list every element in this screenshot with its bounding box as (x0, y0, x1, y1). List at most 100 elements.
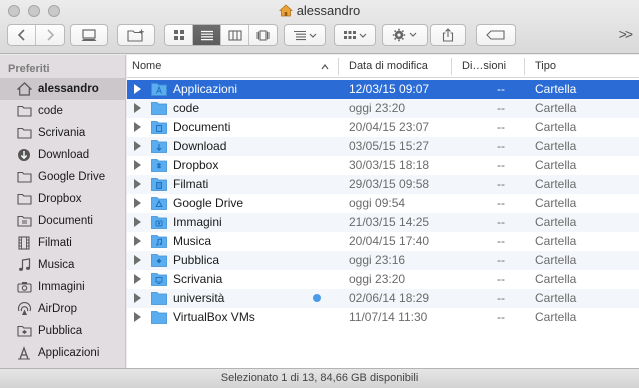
sidebar-item-label: Musica (38, 259, 75, 271)
status-bar: Selezionato 1 di 13, 84,66 GB disponibil… (0, 368, 639, 388)
column-divider[interactable] (524, 58, 525, 75)
file-name: Documenti (173, 120, 231, 134)
disclosure-triangle-icon[interactable] (134, 84, 141, 94)
table-row[interactable]: Immagini 21/03/15 14:25 -- Cartella (127, 213, 639, 232)
folder-icon (151, 292, 167, 305)
disclosure-triangle-icon[interactable] (134, 236, 141, 246)
disclosure-triangle-icon[interactable] (134, 141, 141, 151)
sidebar-item-code[interactable]: code (0, 100, 126, 122)
folder-icon (151, 102, 167, 115)
window-title: alessandro (296, 3, 361, 18)
disclosure-triangle-icon[interactable] (134, 179, 141, 189)
sidebar-item-airdrop[interactable]: AirDrop (0, 298, 126, 320)
table-row[interactable]: Filmati 29/03/15 09:58 -- Cartella (127, 175, 639, 194)
sidebar-item-pubblica[interactable]: Pubblica (0, 320, 126, 342)
disclosure-triangle-icon[interactable] (134, 312, 141, 322)
table-row[interactable]: Applicazioni 12/03/15 09:07 -- Cartella (127, 80, 639, 99)
column-divider[interactable] (451, 58, 452, 75)
file-date: 21/03/15 14:25 (349, 215, 430, 229)
sidebar-item-download[interactable]: Download (0, 144, 126, 166)
folder-icon (151, 311, 167, 324)
file-date: 30/03/15 18:18 (349, 158, 430, 172)
table-row[interactable]: Download 03/05/15 15:27 -- Cartella (127, 137, 639, 156)
sidebar-item-musica[interactable]: Musica (0, 254, 126, 276)
share-button[interactable] (430, 24, 466, 46)
file-kind: Cartella (535, 101, 577, 115)
home-icon (278, 4, 293, 17)
file-name: università (173, 291, 225, 305)
sidebar-item-dropbox[interactable]: Dropbox (0, 188, 126, 210)
tags-button[interactable] (476, 24, 516, 46)
disclosure-triangle-icon[interactable] (134, 122, 141, 132)
column-header-kind[interactable]: Tipo (535, 60, 556, 72)
disclosure-triangle-icon[interactable] (134, 103, 141, 113)
file-kind: Cartella (535, 158, 577, 172)
sidebar-item-immagini[interactable]: Immagini (0, 276, 126, 298)
sidebar-item-applicazioni[interactable]: Applicazioni (0, 342, 126, 364)
column-divider[interactable] (338, 58, 339, 75)
disclosure-triangle-icon[interactable] (134, 160, 141, 170)
dropbox-folder-icon (151, 159, 167, 172)
airdrop-icon (16, 301, 32, 317)
view-list-button[interactable] (193, 25, 221, 45)
file-kind: Cartella (535, 196, 577, 210)
table-row[interactable]: università 02/06/14 18:29 -- Cartella (127, 289, 639, 308)
sidebar-item-filmati[interactable]: Filmati (0, 232, 126, 254)
sidebar-item-label: Scrivania (38, 127, 86, 139)
sidebar-item-scrivania[interactable]: Scrivania (0, 122, 126, 144)
group-button[interactable] (334, 24, 376, 46)
table-row[interactable]: Dropbox 30/03/15 18:18 -- Cartella (127, 156, 639, 175)
file-date: oggi 23:20 (349, 101, 406, 115)
view-icons-button[interactable] (165, 25, 193, 45)
disclosure-triangle-icon[interactable] (134, 217, 141, 227)
back-button[interactable] (8, 25, 36, 45)
file-size: -- (497, 177, 505, 191)
view-columns-button[interactable] (221, 25, 249, 45)
table-row[interactable]: Musica 20/04/15 17:40 -- Cartella (127, 232, 639, 251)
column-header-name[interactable]: Nome (132, 60, 161, 72)
sidebar-item-documenti[interactable]: Documenti (0, 210, 126, 232)
file-size: -- (497, 215, 505, 229)
file-size: -- (497, 291, 505, 305)
arrange-icon (294, 30, 317, 40)
sidebar-item-label: Applicazioni (38, 347, 100, 359)
table-row[interactable]: code oggi 23:20 -- Cartella (127, 99, 639, 118)
sidebar-item-label: Dropbox (38, 193, 82, 205)
file-size: -- (497, 120, 505, 134)
view-coverflow-button[interactable] (249, 25, 277, 45)
sidebar-item-alessandro[interactable]: alessandro (0, 78, 126, 100)
arrange-button[interactable] (284, 24, 326, 46)
file-size: -- (497, 253, 505, 267)
disclosure-triangle-icon[interactable] (134, 274, 141, 284)
file-kind: Cartella (535, 310, 577, 324)
action-button[interactable] (382, 24, 428, 46)
file-name: Musica (173, 234, 212, 248)
table-row[interactable]: Documenti 20/04/15 23:07 -- Cartella (127, 118, 639, 137)
desktop-folder-icon (151, 273, 167, 286)
table-row[interactable]: Scrivania oggi 23:20 -- Cartella (127, 270, 639, 289)
public-folder-icon (151, 254, 167, 267)
computer-button[interactable] (70, 24, 108, 46)
disclosure-triangle-icon[interactable] (134, 198, 141, 208)
download-folder-icon (151, 140, 167, 153)
file-name: Google Drive (173, 196, 244, 210)
column-header-date[interactable]: Data di modifica (349, 60, 428, 72)
pictures-folder-icon (151, 216, 167, 229)
gear-icon (392, 28, 417, 42)
file-name: code (173, 101, 200, 115)
disclosure-triangle-icon[interactable] (134, 255, 141, 265)
new-folder-button[interactable] (117, 24, 155, 46)
toolbar-overflow-button[interactable]: >> (619, 26, 633, 42)
table-row[interactable]: Pubblica oggi 23:16 -- Cartella (127, 251, 639, 270)
forward-button[interactable] (36, 25, 64, 45)
table-row[interactable]: Google Drive oggi 09:54 -- Cartella (127, 194, 639, 213)
disclosure-triangle-icon[interactable] (134, 293, 141, 303)
file-kind: Cartella (535, 272, 577, 286)
google-drive-folder-icon (151, 197, 167, 210)
sidebar-item-google-drive[interactable]: Google Drive (0, 166, 126, 188)
file-kind: Cartella (535, 253, 577, 267)
file-kind: Cartella (535, 177, 577, 191)
file-date: 02/06/14 18:29 (349, 291, 430, 305)
column-header-size[interactable]: Di…sioni (462, 60, 506, 72)
table-row[interactable]: VirtualBox VMs 11/07/14 11:30 -- Cartell… (127, 308, 639, 327)
